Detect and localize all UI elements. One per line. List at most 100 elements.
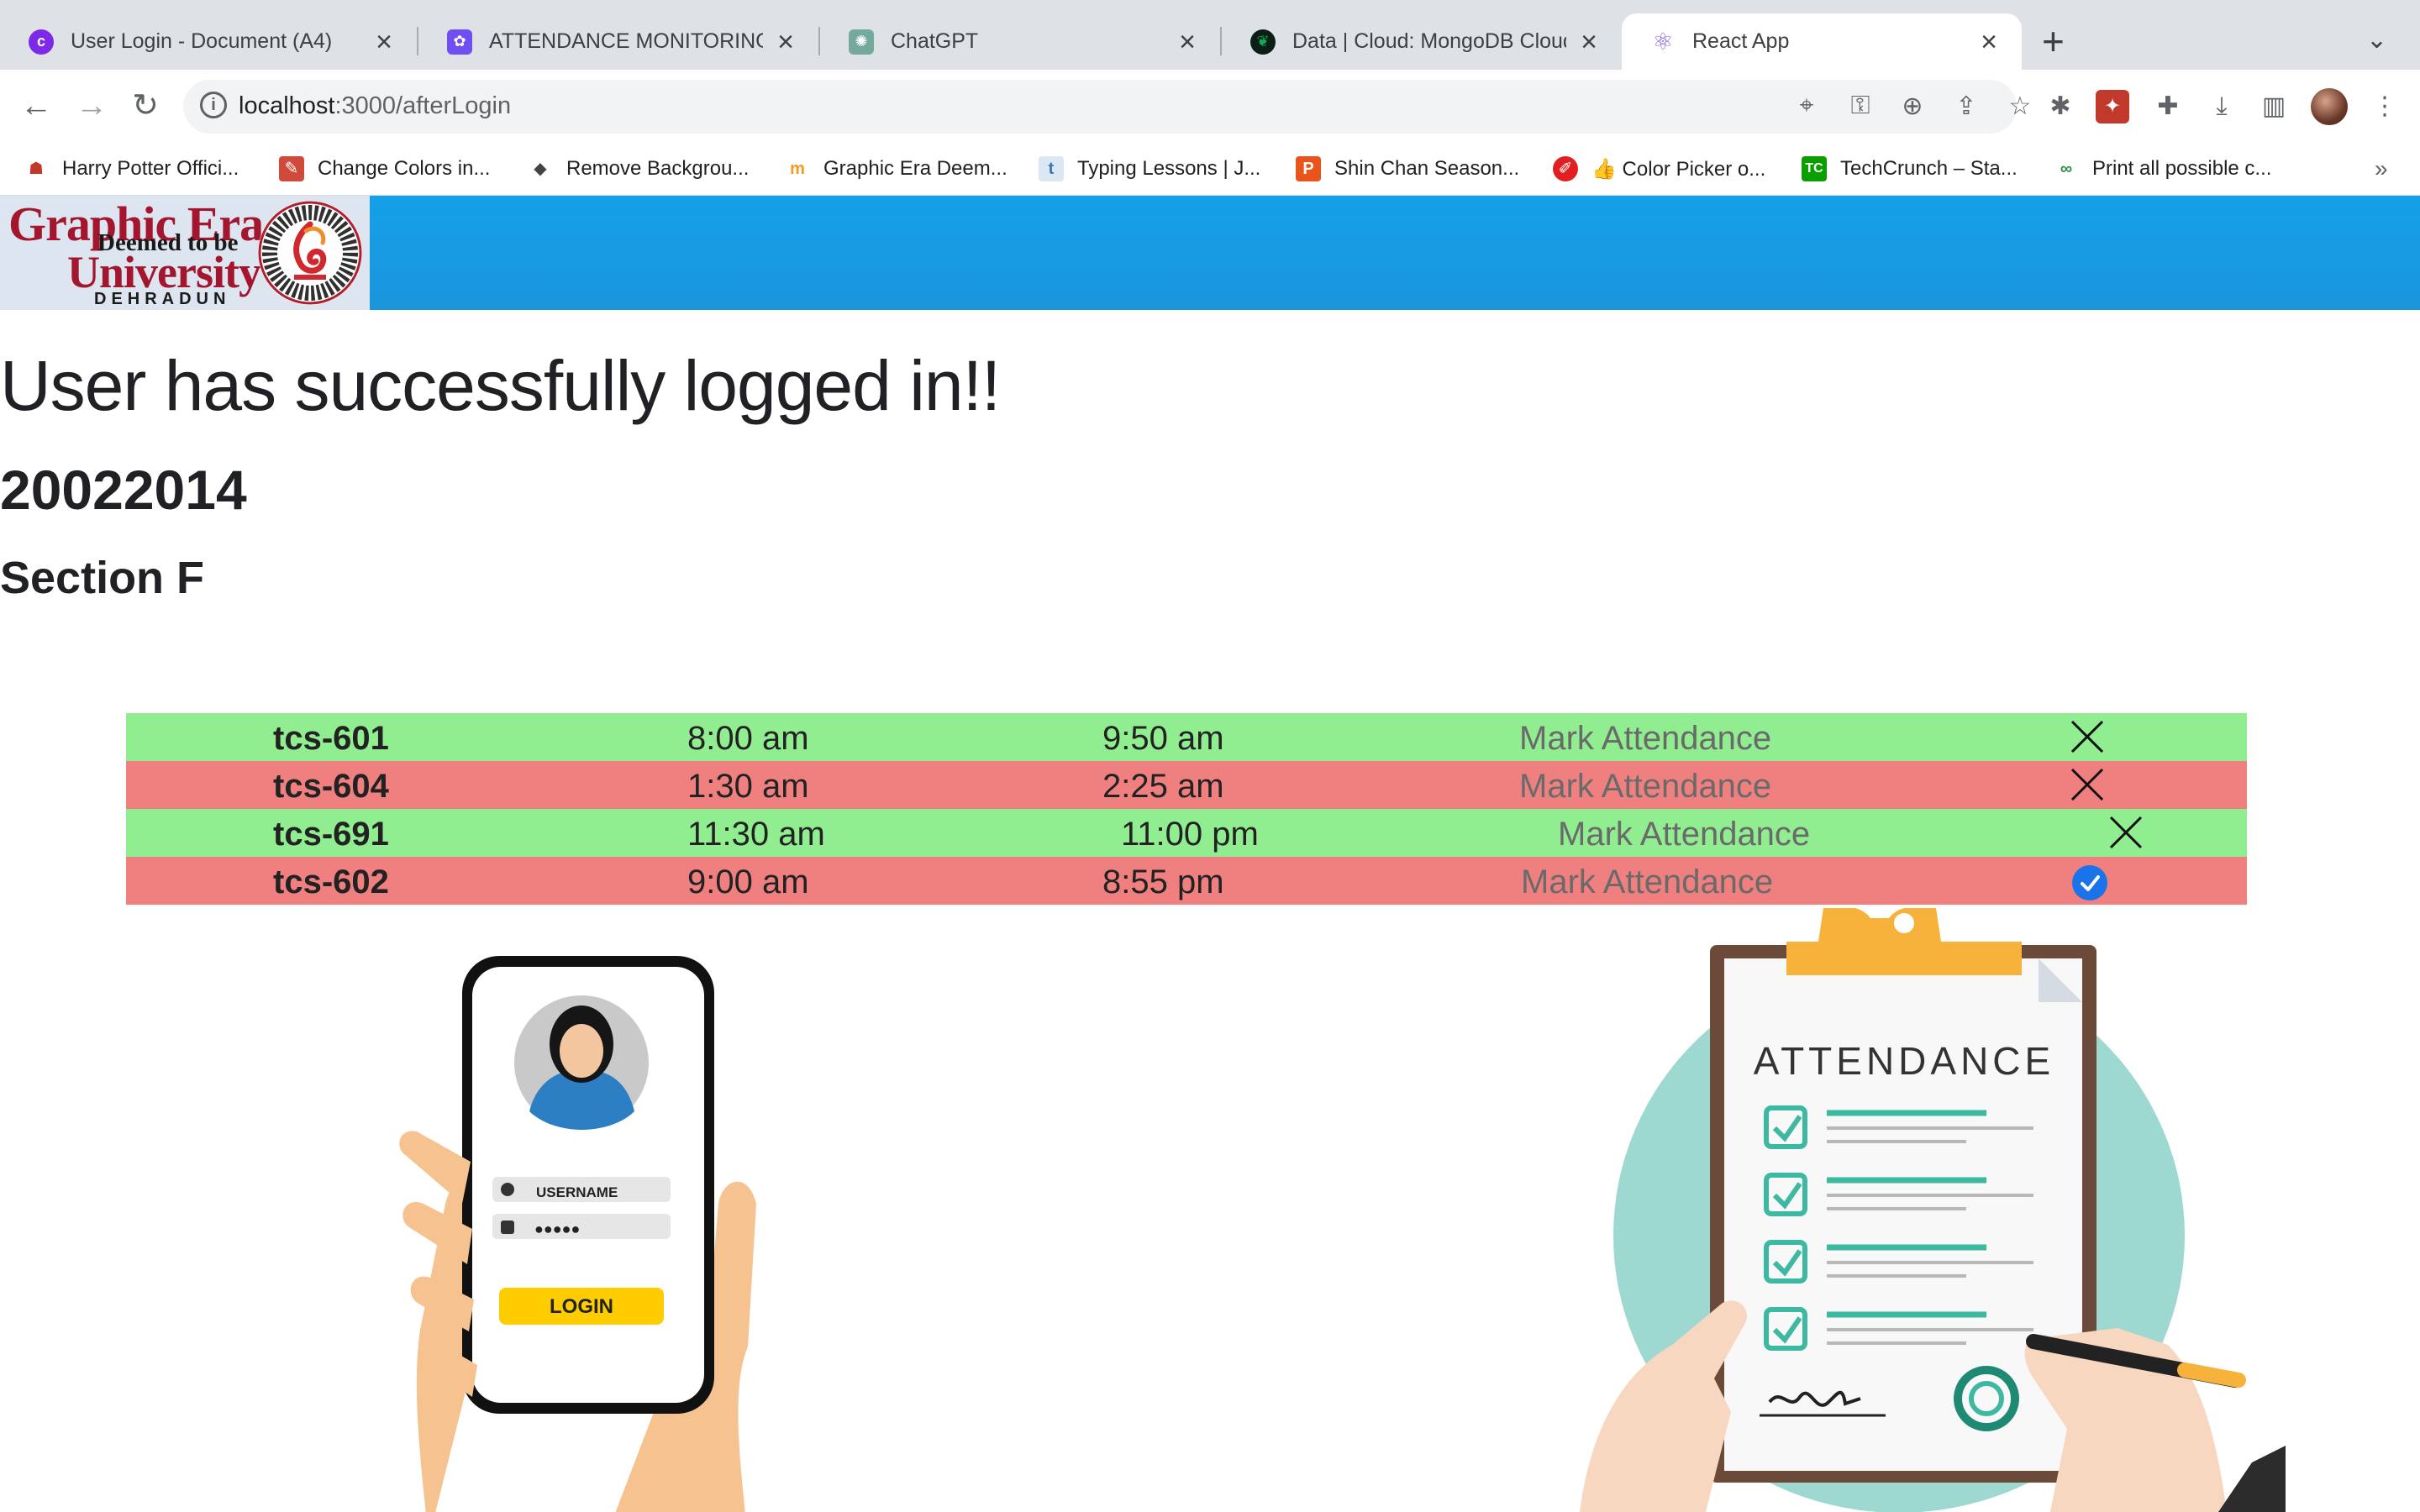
- close-icon[interactable]: [2070, 768, 2104, 801]
- typing-icon: t: [1039, 156, 1064, 181]
- tab-mongodb[interactable]: ❦ Data | Cloud: MongoDB Cloud ×: [1222, 13, 1622, 70]
- browser-toolbar: ← → ↻ i localhost:3000/afterLogin ⌖ ⚿ ⊕ …: [0, 70, 2420, 144]
- back-button[interactable]: ←: [15, 85, 57, 127]
- tab-user-login[interactable]: c User Login - Document (A4) ×: [0, 13, 417, 70]
- key-icon[interactable]: ⚿: [1845, 92, 1876, 120]
- table-row: tcs-604 1:30 am 2:25 am Mark Attendance: [126, 761, 2247, 809]
- award-icon: ✿: [447, 29, 472, 55]
- download-icon[interactable]: ⤓: [2205, 90, 2238, 123]
- tab-attendance[interactable]: ✿ ATTENDANCE MONITORING S ×: [418, 13, 818, 70]
- close-icon[interactable]: ×: [370, 28, 398, 56]
- mongodb-icon: ❦: [1250, 29, 1276, 55]
- ghost-icon: ☗: [29, 160, 44, 178]
- close-icon[interactable]: [2070, 720, 2104, 753]
- close-icon[interactable]: ×: [1975, 28, 2003, 56]
- check-circle-icon[interactable]: [2072, 865, 2107, 900]
- address-bar[interactable]: i localhost:3000/afterLogin ⌖ ⚿ ⊕ ⇪ ☆: [183, 80, 2031, 134]
- tab-title: Data | Cloud: MongoDB Cloud: [1292, 29, 1566, 53]
- mark-attendance-button[interactable]: Mark Attendance: [1558, 816, 1810, 853]
- tab-title: React App: [1692, 29, 1790, 53]
- location-icon[interactable]: ⌖: [1791, 92, 1822, 120]
- table-row: tcs-602 9:00 am 8:55 pm Mark Attendance: [126, 857, 2247, 905]
- close-icon[interactable]: ×: [1173, 28, 1202, 56]
- star-icon[interactable]: ☆: [2005, 92, 2035, 121]
- mark-attendance-button[interactable]: Mark Attendance: [1519, 720, 1771, 758]
- attendance-table: tcs-601 8:00 am 9:50 am Mark Attendance …: [126, 713, 2247, 905]
- picker-icon: ✐: [1553, 156, 1578, 181]
- site-header: Graphic Era Deemed to be University DEHR…: [0, 196, 2420, 310]
- p-icon: P: [1296, 156, 1321, 181]
- more-bookmarks-icon[interactable]: »: [2375, 155, 2388, 182]
- page-content: Graphic Era Deemed to be University DEHR…: [0, 196, 2420, 1512]
- zoom-icon[interactable]: ⊕: [1897, 92, 1928, 121]
- bookmark-item[interactable]: ✎ Change Colors in...: [279, 154, 490, 184]
- password-mask: ●●●●●: [534, 1221, 580, 1237]
- start-time: 9:00 am: [687, 864, 809, 900]
- reload-button[interactable]: ↻: [124, 85, 166, 127]
- end-time: 9:50 am: [1102, 720, 1224, 757]
- login-button-label: LOGIN: [550, 1295, 613, 1318]
- start-time: 8:00 am: [687, 720, 809, 757]
- close-icon[interactable]: [2109, 816, 2143, 849]
- start-time: 1:30 am: [687, 768, 809, 805]
- bookmark-item[interactable]: TC TechCrunch – Sta...: [1802, 154, 2018, 184]
- forward-button[interactable]: →: [71, 85, 113, 127]
- table-row: tcs-691 11:30 am 11:00 pm Mark Attendanc…: [126, 809, 2247, 857]
- phone-login-illustration: USERNAME ●●●●● LOGIN: [399, 956, 756, 1512]
- bug-extension-icon[interactable]: ✱: [2044, 90, 2077, 123]
- end-time: 8:55 pm: [1102, 864, 1224, 900]
- bookmark-item[interactable]: ☗ Harry Potter Offici...: [24, 154, 239, 184]
- username-field-label: USERNAME: [536, 1184, 618, 1200]
- bookmark-item[interactable]: ∞ Print all possible c...: [2054, 154, 2272, 184]
- bookmark-item[interactable]: m Graphic Era Deem...: [785, 154, 1007, 184]
- color-extension-icon[interactable]: ✦: [2096, 90, 2129, 123]
- attendance-clipboard-illustration: ATTENDANCE: [1580, 908, 2286, 1512]
- university-seal-icon: [258, 201, 362, 305]
- mark-attendance-button[interactable]: Mark Attendance: [1521, 864, 1773, 901]
- chatgpt-icon: ✺: [849, 29, 874, 55]
- university-logo[interactable]: Graphic Era Deemed to be University DEHR…: [0, 196, 370, 310]
- course-code: tcs-604: [273, 768, 389, 805]
- canva-icon: c: [29, 29, 54, 55]
- end-time: 2:25 am: [1102, 768, 1224, 805]
- course-code: tcs-691: [273, 816, 389, 853]
- sidepanel-icon[interactable]: ▥: [2257, 90, 2291, 123]
- tab-strip: c User Login - Document (A4) × ✿ ATTENDA…: [0, 0, 2420, 70]
- bookmarks-bar: ☗ Harry Potter Offici... ✎ Change Colors…: [0, 144, 2420, 196]
- table-row: tcs-601 8:00 am 9:50 am Mark Attendance: [126, 713, 2247, 761]
- url-text[interactable]: localhost:3000/afterLogin: [239, 92, 511, 120]
- page-title: User has successfully logged in!!: [0, 346, 1001, 425]
- paint-icon: ✎: [279, 156, 304, 181]
- roll-number: 20022014: [0, 459, 247, 521]
- tab-title: ChatGPT: [891, 29, 979, 53]
- new-tab-button[interactable]: +: [2042, 20, 2065, 62]
- start-time: 11:30 am: [687, 816, 825, 853]
- layers-icon: ◆: [534, 160, 547, 178]
- close-icon[interactable]: ×: [771, 28, 800, 56]
- end-time: 11:00 pm: [1121, 816, 1259, 853]
- course-code: tcs-601: [273, 720, 389, 757]
- share-icon[interactable]: ⇪: [1951, 92, 1981, 121]
- tab-title: User Login - Document (A4): [71, 29, 333, 53]
- tab-react-app[interactable]: ⚛ React App ×: [1622, 13, 2022, 70]
- tab-chatgpt[interactable]: ✺ ChatGPT ×: [820, 13, 1220, 70]
- mark-attendance-button[interactable]: Mark Attendance: [1519, 768, 1771, 806]
- react-icon: ⚛: [1652, 29, 1674, 55]
- section-label: Section F: [0, 553, 205, 603]
- bookmark-item[interactable]: P Shin Chan Season...: [1296, 154, 1519, 184]
- bookmark-item[interactable]: t Typing Lessons | J...: [1039, 154, 1260, 184]
- close-icon[interactable]: ×: [1575, 28, 1603, 56]
- chevron-down-icon[interactable]: ⌄: [2366, 25, 2387, 55]
- puzzle-icon[interactable]: ✚: [2151, 90, 2185, 123]
- tab-title: ATTENDANCE MONITORING S: [489, 29, 763, 53]
- bookmark-item[interactable]: ◆ Remove Backgrou...: [528, 154, 749, 184]
- clipboard-heading: ATTENDANCE: [1754, 1039, 2054, 1083]
- menu-icon[interactable]: ⋮: [2368, 90, 2402, 123]
- gfg-icon: ∞: [2060, 160, 2073, 178]
- techcrunch-icon: TC: [1802, 156, 1827, 181]
- course-code: tcs-602: [273, 864, 389, 900]
- bookmark-item[interactable]: ✐ 👍 Color Picker o...: [1553, 154, 1765, 184]
- info-icon[interactable]: i: [200, 92, 227, 118]
- avatar[interactable]: [2311, 88, 2348, 125]
- moodle-icon: m: [790, 160, 805, 178]
